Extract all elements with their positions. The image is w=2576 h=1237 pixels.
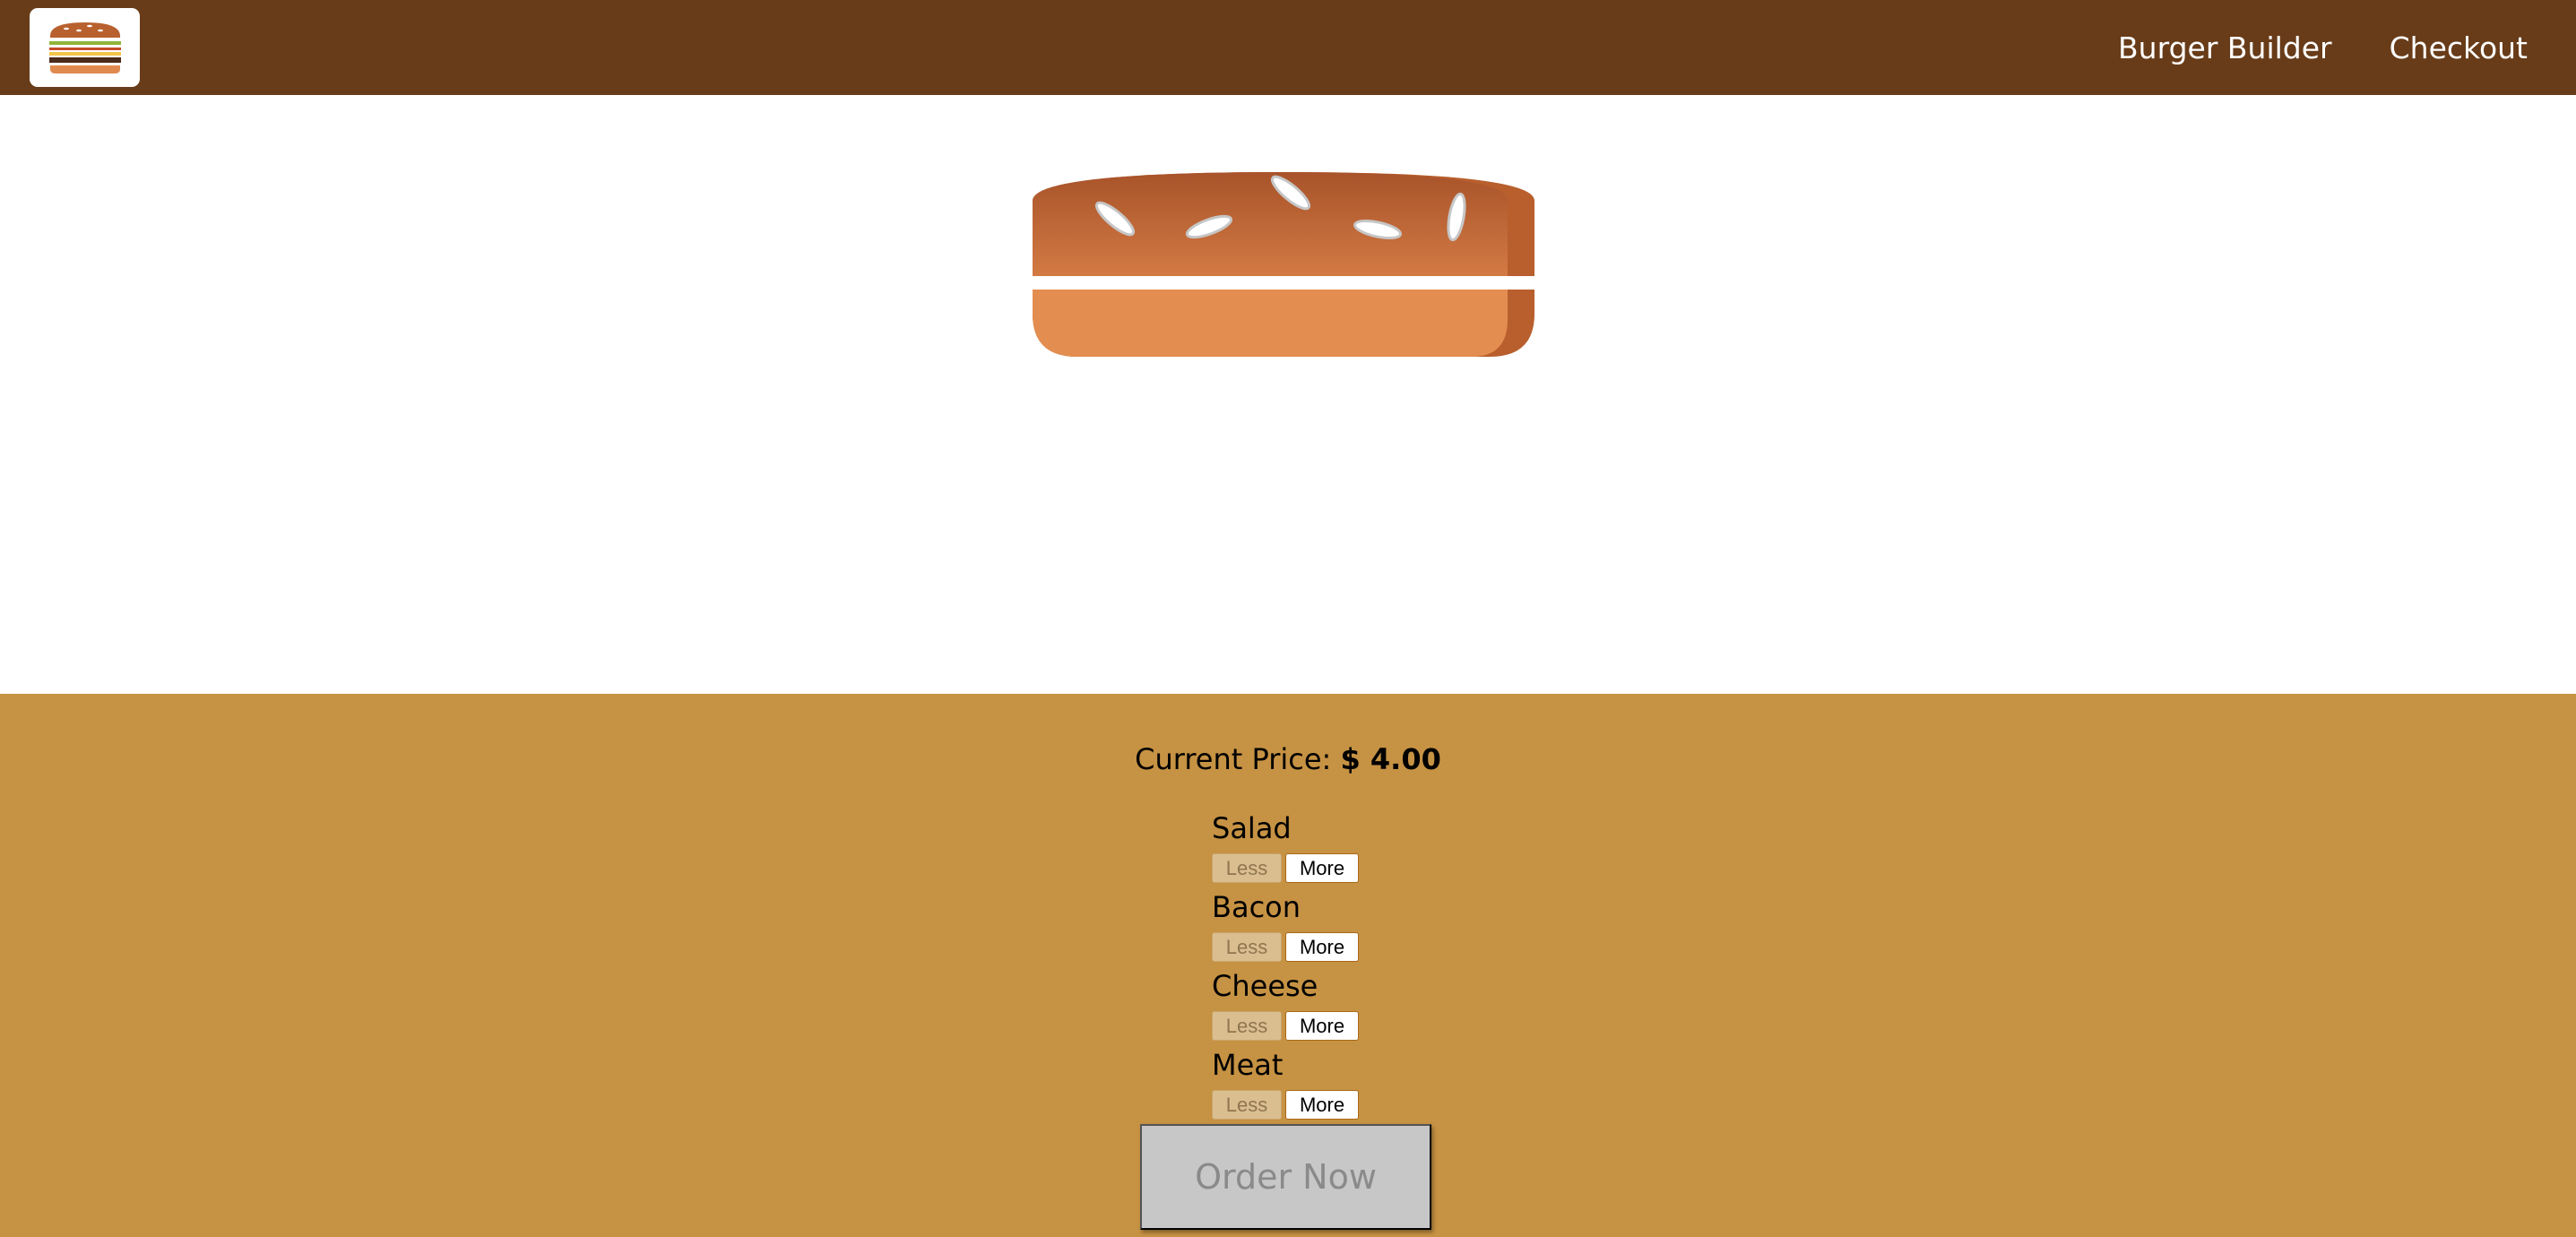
- more-button[interactable]: More: [1285, 932, 1359, 962]
- burger-preview: [0, 95, 2576, 694]
- burger-image: [1033, 172, 1534, 357]
- burger-logo-icon[interactable]: [30, 8, 140, 87]
- price-value: $ 4.00: [1340, 742, 1441, 776]
- more-button[interactable]: More: [1285, 853, 1359, 883]
- control-label: Bacon: [1212, 890, 1301, 924]
- toolbar: Burger Builder Checkout: [0, 0, 2576, 95]
- nav-burger-builder[interactable]: Burger Builder: [2118, 30, 2332, 65]
- navigation: Burger Builder Checkout: [2061, 0, 2528, 95]
- more-button[interactable]: More: [1285, 1011, 1359, 1041]
- less-button[interactable]: Less: [1212, 1090, 1282, 1120]
- price-label: Current Price:: [1135, 742, 1341, 776]
- control-bacon: Bacon Less More: [1212, 889, 1359, 962]
- more-button[interactable]: More: [1285, 1090, 1359, 1120]
- control-cheese: Cheese Less More: [1212, 968, 1359, 1041]
- control-meat: Meat Less More: [1212, 1047, 1359, 1120]
- control-salad: Salad Less More: [1212, 810, 1359, 883]
- less-button[interactable]: Less: [1212, 932, 1282, 962]
- control-label: Cheese: [1212, 969, 1318, 1003]
- control-label: Meat: [1212, 1048, 1284, 1082]
- current-price: Current Price: $ 4.00: [0, 742, 2576, 776]
- less-button[interactable]: Less: [1212, 853, 1282, 883]
- nav-checkout[interactable]: Checkout: [2390, 30, 2528, 65]
- order-now-button[interactable]: Order Now: [1140, 1124, 1431, 1230]
- burger-icon: [48, 22, 121, 74]
- control-label: Salad: [1212, 811, 1292, 845]
- less-button[interactable]: Less: [1212, 1011, 1282, 1041]
- build-controls: Current Price: $ 4.00 Salad Less More Ba…: [0, 694, 2576, 1237]
